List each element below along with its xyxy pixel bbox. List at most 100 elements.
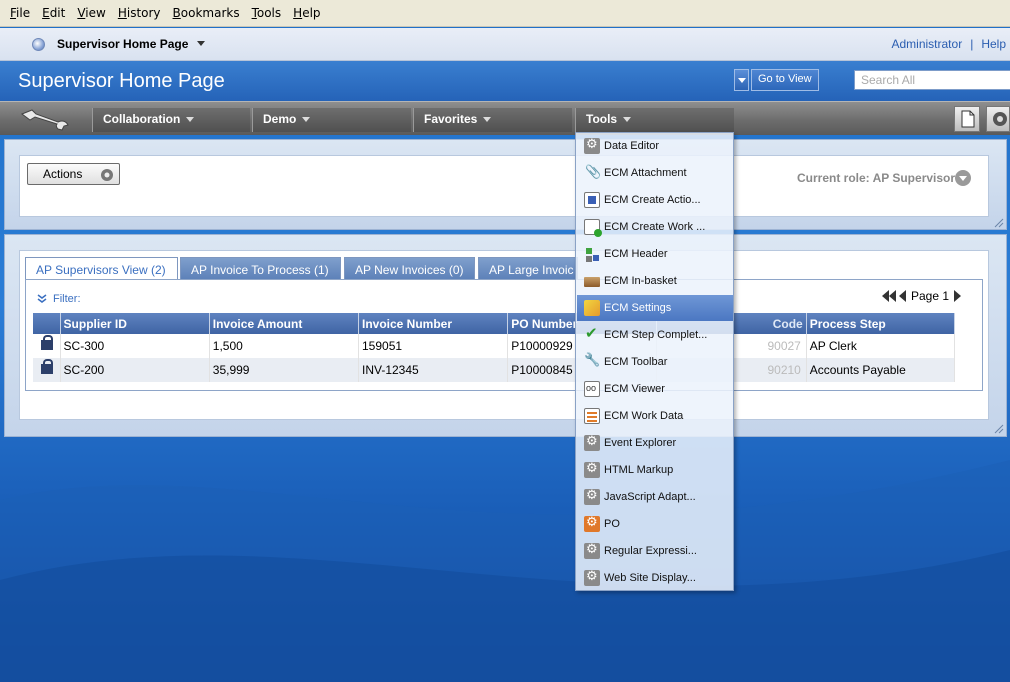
gear-icon xyxy=(584,461,600,478)
menu-item-label: Web Site Display... xyxy=(604,572,696,584)
gear-icon xyxy=(993,112,1007,126)
menu-item-javascript-adapter[interactable]: JavaScript Adapt... xyxy=(577,484,733,510)
menu-item-ecm-work-data[interactable]: ECM Work Data xyxy=(577,403,733,429)
menu-tools[interactable]: Tools xyxy=(246,6,288,20)
column-header-invoice-number[interactable]: Invoice Number xyxy=(358,313,509,334)
page-tab-strip: Supervisor Home Page Administrator | Help xyxy=(0,28,1010,61)
tools-dropdown-menu: Data Editor ECM Attachment ECM Create Ac… xyxy=(575,132,734,591)
nav-favorites[interactable]: Favorites xyxy=(413,108,572,132)
page-icon xyxy=(961,110,975,128)
cell-invoice-number: INV-12345 xyxy=(358,358,509,382)
filter-toggle[interactable]: Filter: xyxy=(37,293,81,305)
menu-item-ecm-in-basket[interactable]: ECM In-basket xyxy=(577,268,733,294)
menu-item-event-explorer[interactable]: Event Explorer xyxy=(577,430,733,456)
menu-item-label: Event Explorer xyxy=(604,437,677,449)
cell-invoice-number: 159051 xyxy=(358,334,509,358)
menu-file[interactable]: File xyxy=(4,6,36,20)
goto-view-control: Go to View xyxy=(734,69,819,91)
cell-process-step: Accounts Payable xyxy=(806,358,956,382)
settings-button[interactable] xyxy=(986,106,1010,132)
gear-icon xyxy=(584,137,600,154)
menu-item-web-site-display[interactable]: Web Site Display... xyxy=(577,565,733,591)
navigation-bar: Collaboration Demo Favorites Tools xyxy=(0,101,1010,135)
desktop-background xyxy=(0,460,1010,682)
menu-bookmarks[interactable]: Bookmarks xyxy=(167,6,246,20)
tab-ap-invoice-to-process[interactable]: AP Invoice To Process (1) xyxy=(180,257,341,280)
nav-collaboration[interactable]: Collaboration xyxy=(92,108,250,132)
tab-ap-new-invoices[interactable]: AP New Invoices (0) xyxy=(344,257,475,280)
administrator-link[interactable]: Administrator xyxy=(892,37,963,51)
menu-item-ecm-viewer[interactable]: ECM Viewer xyxy=(577,376,733,402)
page-header: Supervisor Home Page Go to View Search A… xyxy=(0,61,1010,101)
page-tab-title[interactable]: Supervisor Home Page xyxy=(57,37,188,51)
inbox-icon xyxy=(584,277,600,287)
menu-item-ecm-create-work[interactable]: ECM Create Work ... xyxy=(577,214,733,240)
document-add-icon xyxy=(584,219,602,237)
resize-handle-icon[interactable] xyxy=(994,218,1004,228)
cell-supplier-id: SC-300 xyxy=(60,334,210,358)
menu-item-label: ECM Viewer xyxy=(604,383,665,395)
browser-menu-bar: File Edit View History Bookmarks Tools H… xyxy=(0,0,1010,27)
menu-item-label: ECM Create Actio... xyxy=(604,194,701,206)
check-icon xyxy=(584,324,600,343)
cell-process-step: AP Clerk xyxy=(806,334,956,358)
page-icon-button[interactable] xyxy=(954,106,980,132)
prev-page-icon[interactable] xyxy=(899,290,906,302)
menu-item-label: ECM Work Data xyxy=(604,410,684,422)
next-page-icon[interactable] xyxy=(954,290,962,302)
menu-item-label: JavaScript Adapt... xyxy=(604,491,696,503)
actions-portlet-body xyxy=(19,155,989,217)
data-icon xyxy=(584,408,600,424)
menu-item-ecm-header[interactable]: ECM Header xyxy=(577,241,733,267)
menu-item-label: ECM Attachment xyxy=(604,167,687,179)
menu-item-data-editor[interactable]: Data Editor xyxy=(577,133,733,159)
search-input[interactable]: Search All xyxy=(854,70,1010,90)
resize-handle-icon[interactable] xyxy=(994,424,1004,434)
menu-item-po[interactable]: PO xyxy=(577,511,733,537)
menu-item-regular-expression[interactable]: Regular Expressi... xyxy=(577,538,733,564)
gear-icon xyxy=(584,434,600,451)
lock-icon xyxy=(41,335,53,350)
link-separator: | xyxy=(970,37,974,51)
menu-item-ecm-attachment[interactable]: ECM Attachment xyxy=(577,160,733,186)
menu-item-html-markup[interactable]: HTML Markup xyxy=(577,457,733,483)
menu-help[interactable]: Help xyxy=(287,6,326,20)
page-tab-dropdown-icon[interactable] xyxy=(197,41,205,46)
role-dropdown-button[interactable] xyxy=(955,170,971,186)
table-row[interactable]: SC-200 35,999 INV-12345 P10000845 90210 … xyxy=(33,358,956,382)
menu-item-ecm-create-action[interactable]: ECM Create Actio... xyxy=(577,187,733,213)
first-page-icon[interactable] xyxy=(882,290,889,302)
column-header-process-step[interactable]: Process Step xyxy=(806,313,956,334)
cell-invoice-amount: 35,999 xyxy=(209,358,360,382)
menu-history[interactable]: History xyxy=(112,6,167,20)
nav-demo[interactable]: Demo xyxy=(252,108,411,132)
tab-ap-large-invoices[interactable]: AP Large Invoic xyxy=(478,257,578,280)
column-header-supplier-id[interactable]: Supplier ID xyxy=(60,313,210,334)
double-chevron-down-icon xyxy=(37,294,47,304)
menu-item-label: ECM Header xyxy=(604,248,668,260)
actions-label: Actions xyxy=(43,167,83,181)
nav-tools[interactable]: Tools xyxy=(575,108,734,132)
cell-invoice-amount: 1,500 xyxy=(209,334,360,358)
menu-item-ecm-settings[interactable]: ECM Settings xyxy=(577,295,733,321)
help-link[interactable]: Help xyxy=(981,37,1006,51)
menu-item-ecm-toolbar[interactable]: ECM Toolbar xyxy=(577,349,733,375)
wrench-logo-icon xyxy=(20,109,69,131)
gear-orange-icon xyxy=(584,515,600,532)
nav-tools-label: Tools xyxy=(586,112,618,126)
view-dropdown-button[interactable] xyxy=(734,69,749,91)
menu-view[interactable]: View xyxy=(71,6,111,20)
menu-edit[interactable]: Edit xyxy=(36,6,71,20)
goto-view-button[interactable]: Go to View xyxy=(751,69,819,91)
tab-ap-supervisors-view[interactable]: AP Supervisors View (2) xyxy=(25,257,178,281)
menu-item-label: HTML Markup xyxy=(604,464,674,476)
lock-icon xyxy=(41,359,53,374)
nav-favorites-label: Favorites xyxy=(424,112,478,126)
row-lock-cell xyxy=(33,358,61,382)
menu-item-ecm-step-complete[interactable]: ECM Step Complet... xyxy=(577,322,733,348)
table-row[interactable]: SC-300 1,500 159051 P10000929 90027 AP C… xyxy=(33,334,956,358)
actions-button[interactable]: Actions xyxy=(27,163,120,185)
menu-item-label: Regular Expressi... xyxy=(604,545,697,557)
column-header-invoice-amount[interactable]: Invoice Amount xyxy=(209,313,360,334)
filter-label: Filter: xyxy=(53,293,81,305)
